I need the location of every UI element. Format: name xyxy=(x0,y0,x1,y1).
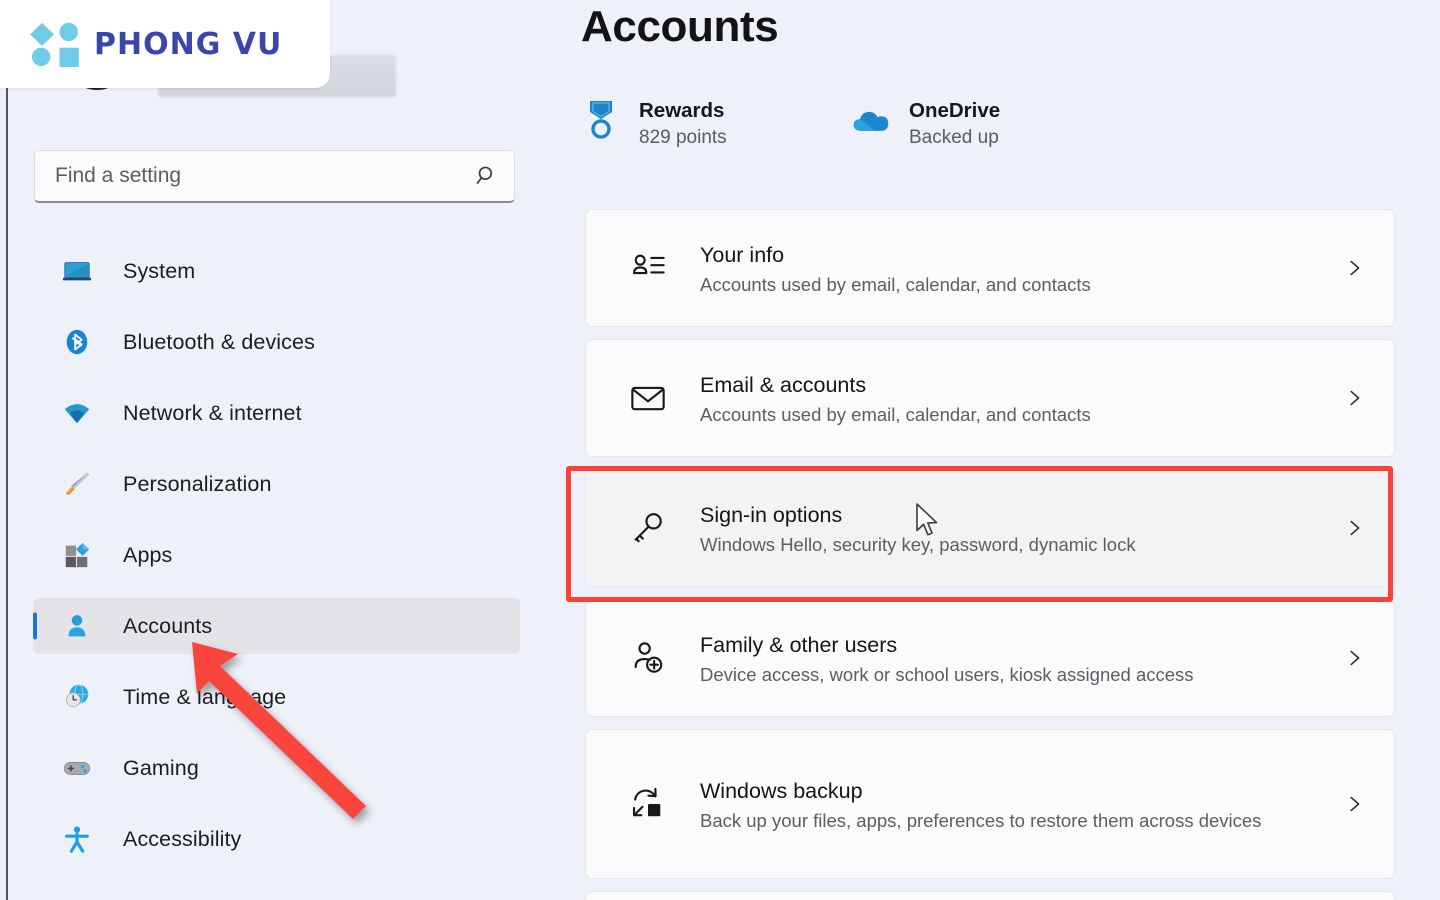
phong-vu-watermark: PHONG VU xyxy=(0,0,330,88)
status-title: OneDrive xyxy=(909,99,1001,122)
sidebar-item-bluetooth-devices[interactable]: Bluetooth & devices xyxy=(33,314,520,370)
card-title: Your info xyxy=(700,242,785,267)
card-subtitle: Device access, work or school users, kio… xyxy=(700,663,1194,685)
envelope-icon xyxy=(626,376,670,420)
sidebar-item-label: Network & internet xyxy=(123,400,302,425)
settings-sidebar: System Bluetooth & devices xyxy=(8,0,541,900)
sidebar-item-personalization[interactable]: Personalization xyxy=(33,456,520,512)
card-title: Email & accounts xyxy=(700,372,867,397)
sidebar-item-label: Bluetooth & devices xyxy=(123,329,315,354)
card-windows-backup[interactable]: Windows backup Back up your files, apps,… xyxy=(585,729,1395,879)
sidebar-item-time-language[interactable]: Time & language xyxy=(33,669,520,725)
chevron-right-icon xyxy=(1342,386,1366,410)
card-sign-in-options[interactable]: Sign-in options Windows Hello, security … xyxy=(585,469,1395,587)
card-family-other-users[interactable]: Family & other users Device access, work… xyxy=(585,599,1395,717)
bluetooth-icon xyxy=(61,327,92,358)
sidebar-item-label: Time & language xyxy=(123,684,287,709)
card-partial-next[interactable] xyxy=(585,891,1395,900)
sidebar-item-system[interactable]: System xyxy=(33,243,520,299)
search-setting-box[interactable] xyxy=(34,150,515,203)
search-icon xyxy=(474,163,500,189)
sidebar-item-accounts[interactable]: Accounts xyxy=(33,598,520,654)
your-info-icon xyxy=(626,246,670,290)
chevron-right-icon xyxy=(1342,646,1366,670)
sidebar-nav: System Bluetooth & devices Network & int… xyxy=(8,243,541,882)
status-title: Rewards xyxy=(639,99,725,122)
sidebar-item-gaming[interactable]: Gaming xyxy=(33,740,520,796)
page-title: Accounts xyxy=(581,2,779,51)
rewards-medal-icon xyxy=(581,98,621,142)
chevron-right-icon xyxy=(1342,516,1366,540)
onedrive-status[interactable]: OneDrive Backed up xyxy=(851,98,1000,152)
sidebar-item-network-internet[interactable]: Network & internet xyxy=(33,385,520,441)
phong-vu-brand-text: PHONG VU xyxy=(94,26,283,62)
search-input[interactable] xyxy=(55,164,474,188)
wifi-icon xyxy=(61,398,92,429)
onedrive-cloud-icon xyxy=(851,98,891,142)
person-add-icon xyxy=(626,636,670,680)
sidebar-item-label: Accessibility xyxy=(123,826,242,851)
card-title: Windows backup xyxy=(700,778,863,803)
paintbrush-icon xyxy=(61,469,92,500)
globe-clock-icon xyxy=(61,682,92,713)
backup-restore-icon xyxy=(626,782,670,826)
sidebar-item-label: Apps xyxy=(123,542,173,567)
card-subtitle: Back up your files, apps, preferences to… xyxy=(700,809,1262,831)
card-subtitle: Accounts used by email, calendar, and co… xyxy=(700,403,1091,425)
chevron-right-icon xyxy=(1342,792,1366,816)
phong-vu-diamond-logo xyxy=(30,22,79,67)
accessibility-icon xyxy=(61,824,92,855)
sidebar-item-accessibility[interactable]: Accessibility xyxy=(33,811,520,867)
selection-indicator xyxy=(33,612,37,640)
card-title: Sign-in options xyxy=(700,502,843,527)
sidebar-item-label: Gaming xyxy=(123,755,199,780)
status-sub: 829 points xyxy=(639,127,727,148)
sidebar-item-label: Personalization xyxy=(123,471,272,496)
apps-grid-icon xyxy=(61,540,92,571)
card-subtitle: Windows Hello, security key, password, d… xyxy=(700,533,1136,555)
sidebar-item-label: Accounts xyxy=(123,613,213,638)
sidebar-item-label: System xyxy=(123,258,196,283)
card-your-info[interactable]: Your info Accounts used by email, calend… xyxy=(585,209,1395,327)
settings-window: System Bluetooth & devices xyxy=(0,0,1440,900)
card-subtitle: Accounts used by email, calendar, and co… xyxy=(700,273,1091,295)
settings-main-pane: Accounts Rewards 829 points OneDrive Bac… xyxy=(541,0,1440,900)
card-title: Family & other users xyxy=(700,632,898,657)
key-icon xyxy=(626,506,670,550)
status-sub: Backed up xyxy=(909,127,999,148)
person-account-icon xyxy=(61,611,92,642)
sidebar-item-apps[interactable]: Apps xyxy=(33,527,520,583)
system-monitor-icon xyxy=(61,256,92,287)
chevron-right-icon xyxy=(1342,256,1366,280)
card-email-accounts[interactable]: Email & accounts Accounts used by email,… xyxy=(585,339,1395,457)
settings-card-list: Your info Accounts used by email, calend… xyxy=(585,209,1395,900)
rewards-status[interactable]: Rewards 829 points xyxy=(581,98,851,152)
gamepad-icon xyxy=(61,753,92,784)
account-status-row: Rewards 829 points OneDrive Backed up xyxy=(581,98,1000,152)
